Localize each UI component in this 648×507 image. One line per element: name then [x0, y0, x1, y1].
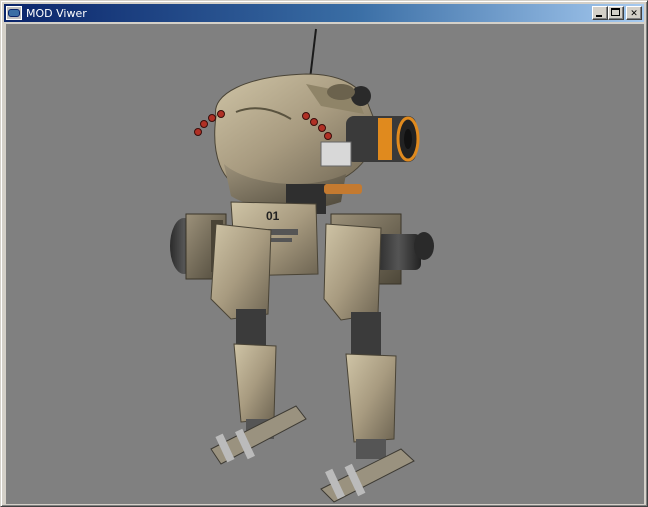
- title-bar[interactable]: MOD Viwer ✕: [4, 4, 644, 22]
- 3d-viewport[interactable]: 01: [6, 24, 644, 504]
- maximize-button[interactable]: [608, 6, 624, 20]
- antenna: [309, 28, 317, 80]
- window-title: MOD Viwer: [26, 6, 87, 20]
- minimize-button[interactable]: [592, 6, 608, 20]
- minimize-icon: [596, 15, 602, 17]
- close-button[interactable]: ✕: [626, 6, 642, 20]
- maximize-icon: [611, 8, 620, 16]
- app-icon[interactable]: [6, 6, 22, 20]
- mech-model: 01: [170, 28, 434, 503]
- close-icon: ✕: [630, 6, 638, 19]
- mod-viewer-window: MOD Viwer ✕ 01: [0, 0, 648, 507]
- title-buttons: ✕: [592, 6, 642, 20]
- unit-number: 01: [266, 209, 280, 223]
